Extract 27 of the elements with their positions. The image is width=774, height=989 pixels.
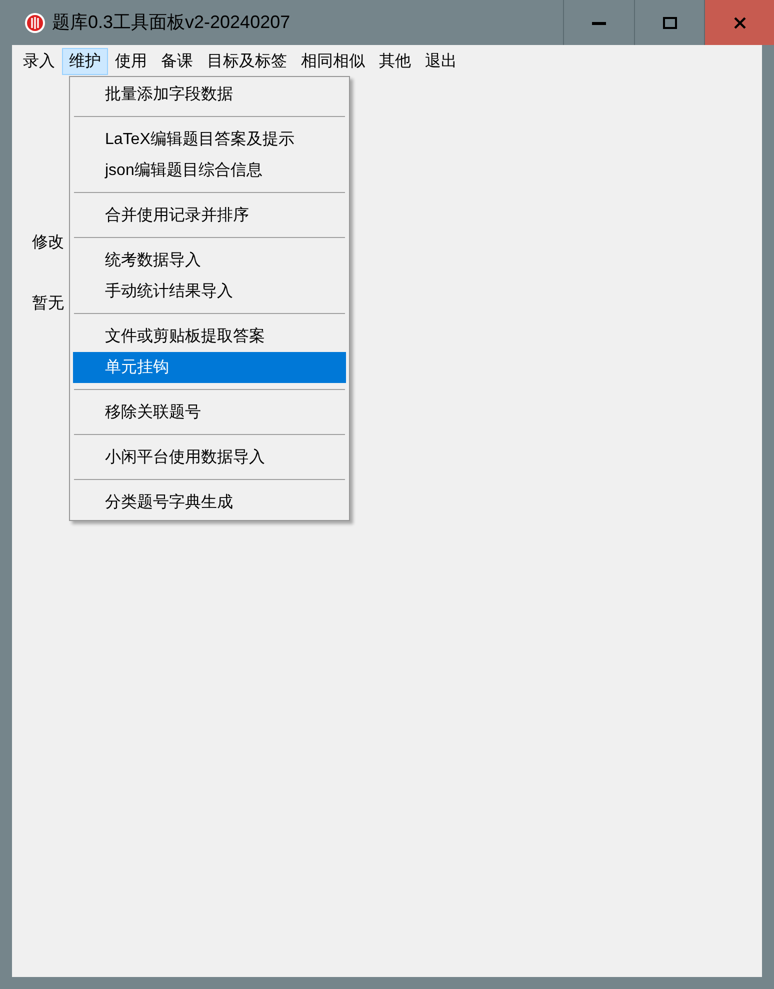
- menu-bar-item[interactable]: 备课: [154, 48, 200, 74]
- menu-item[interactable]: 小闲平台使用数据导入: [73, 442, 346, 473]
- app-logo-icon: [24, 12, 46, 34]
- menu-bar-item[interactable]: 其他: [372, 48, 418, 74]
- menu-item[interactable]: 手动统计结果导入: [73, 276, 346, 307]
- menu-item[interactable]: 合并使用记录并排序: [73, 200, 346, 231]
- menu-item[interactable]: 单元挂钩: [73, 352, 346, 383]
- label-text: 暂无: [32, 294, 64, 314]
- menu-item[interactable]: 文件或剪贴板提取答案: [73, 321, 346, 352]
- minimize-icon: [592, 20, 606, 24]
- menu-item[interactable]: 批量添加字段数据: [73, 79, 346, 110]
- menu-bar-item[interactable]: 维护: [62, 48, 108, 74]
- label-text: 修改: [32, 233, 64, 253]
- close-icon: [734, 16, 746, 28]
- close-button[interactable]: [704, 0, 774, 45]
- menu-item[interactable]: 移除关联题号: [73, 397, 346, 428]
- window-title: 题库0.3工具面板v2-20240207: [52, 11, 290, 34]
- menu-bar-item[interactable]: 相同相似: [294, 48, 372, 74]
- menu-bar-item[interactable]: 使用: [108, 48, 154, 74]
- menu-item[interactable]: json编辑题目综合信息: [73, 155, 346, 186]
- menu-bar-item[interactable]: 退出: [418, 48, 464, 74]
- maximize-icon: [662, 16, 676, 28]
- menu-item[interactable]: 分类题号字典生成: [73, 487, 346, 518]
- menu-item[interactable]: 统考数据导入: [73, 245, 346, 276]
- menu-bar-item[interactable]: 目标及标签: [200, 48, 294, 74]
- menu-bar-item[interactable]: 录入: [16, 48, 62, 74]
- menu-item[interactable]: LaTeX编辑题目答案及提示: [73, 124, 346, 155]
